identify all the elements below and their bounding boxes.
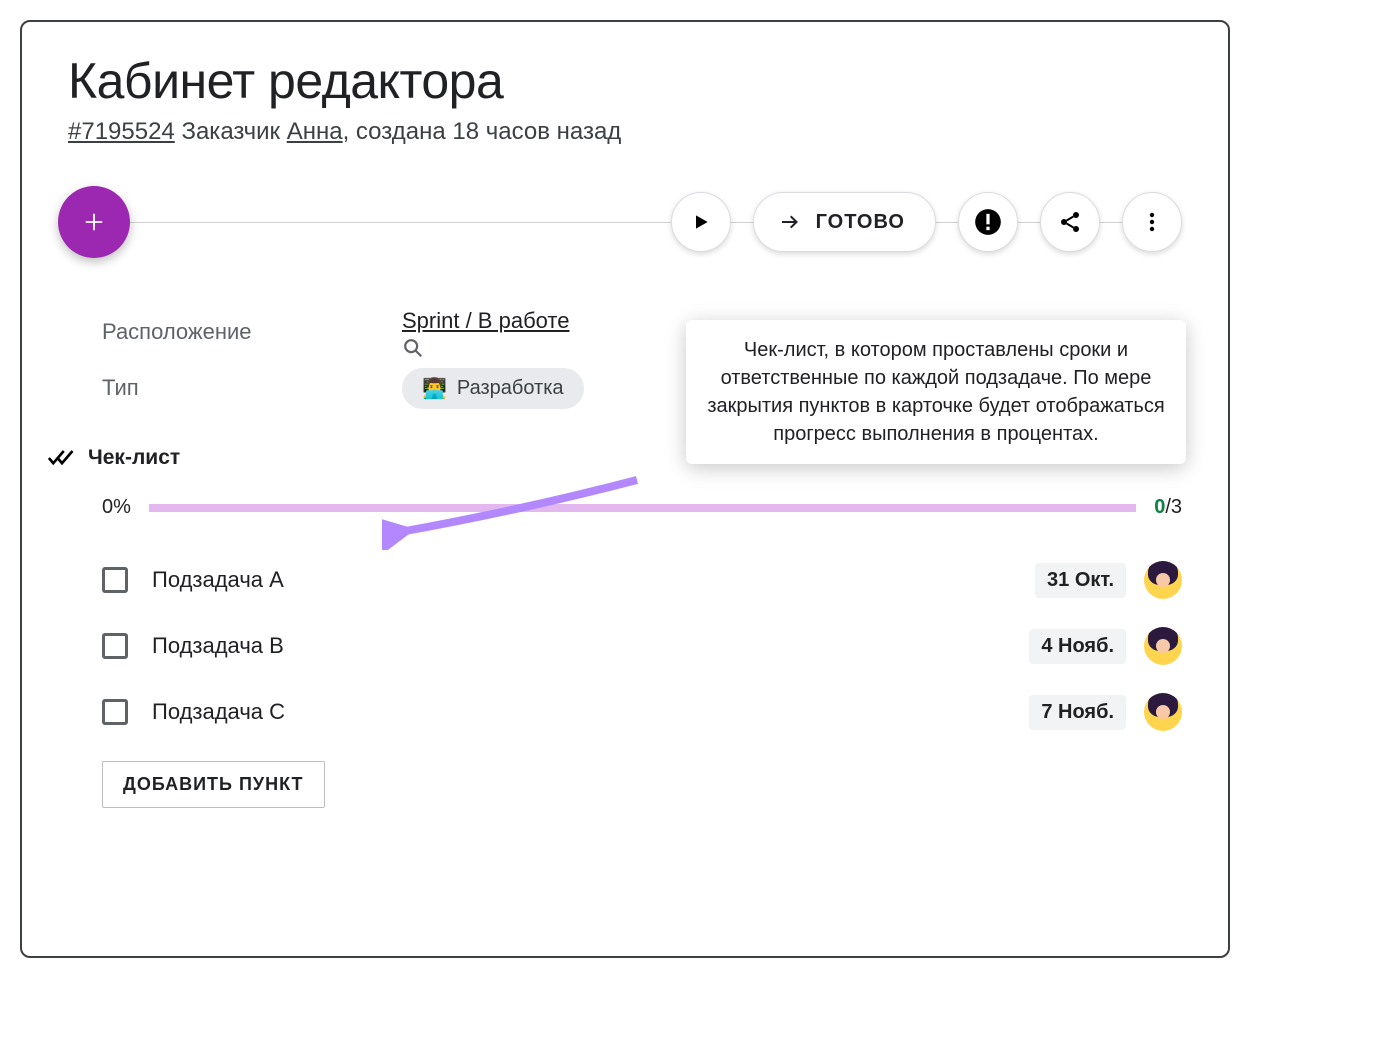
client-link[interactable]: Анна xyxy=(287,118,343,145)
due-date[interactable]: 31 Окт. xyxy=(1035,563,1126,598)
checklist-item-label[interactable]: Подзадача C xyxy=(152,699,1029,725)
more-button[interactable] xyxy=(1122,192,1182,252)
checklist-item: Подзадача B 4 Нояб. xyxy=(68,613,1182,679)
assignee-avatar[interactable] xyxy=(1144,561,1182,599)
play-button[interactable] xyxy=(671,192,731,252)
alert-icon xyxy=(974,208,1002,236)
checkbox[interactable] xyxy=(102,567,128,593)
progress-row: 0% 0/3 xyxy=(68,496,1182,519)
checklist-title: Чек-лист xyxy=(88,446,180,470)
progress-total: /3 xyxy=(1165,496,1182,518)
arrow-right-icon xyxy=(778,210,802,234)
progress-done: 0 xyxy=(1154,496,1165,518)
alert-button[interactable] xyxy=(958,192,1018,252)
more-vert-icon xyxy=(1140,210,1164,234)
add-checklist-item-button[interactable]: ДОБАВИТЬ ПУНКТ xyxy=(102,761,325,808)
checklist-item-label[interactable]: Подзадача A xyxy=(152,567,1035,593)
client-label: Заказчик xyxy=(181,118,280,145)
annotation-callout: Чек-лист, в котором проставлены сроки и … xyxy=(686,320,1186,464)
done-button[interactable]: ГОТОВО xyxy=(753,192,936,252)
type-emoji: 👨‍💻 xyxy=(422,376,447,401)
location-label: Расположение xyxy=(102,319,402,345)
subtitle: #7195524 Заказчик Анна, создана 18 часов… xyxy=(68,118,1182,146)
share-icon xyxy=(1058,210,1082,234)
checkbox[interactable] xyxy=(102,699,128,725)
checklist-item: Подзадача C 7 Нояб. xyxy=(68,679,1182,745)
assignee-avatar[interactable] xyxy=(1144,627,1182,665)
share-button[interactable] xyxy=(1040,192,1100,252)
task-card: Кабинет редактора #7195524 Заказчик Анна… xyxy=(20,20,1230,958)
progress-count: 0/3 xyxy=(1154,496,1182,519)
checklist-item-label[interactable]: Подзадача B xyxy=(152,633,1029,659)
location-value[interactable]: Sprint / В работе xyxy=(402,308,569,333)
double-check-icon xyxy=(48,448,76,468)
search-icon[interactable] xyxy=(402,337,579,359)
created-text: , создана 18 часов назад xyxy=(343,118,622,145)
play-icon xyxy=(691,212,711,232)
plus-icon xyxy=(83,211,105,233)
progress-percent: 0% xyxy=(102,496,131,519)
page-title: Кабинет редактора xyxy=(68,52,1182,110)
add-fab[interactable] xyxy=(58,186,130,258)
checklist-item: Подзадача A 31 Окт. xyxy=(68,547,1182,613)
done-label: ГОТОВО xyxy=(816,211,905,234)
ticket-link[interactable]: #7195524 xyxy=(68,118,175,145)
type-chip[interactable]: 👨‍💻 Разработка xyxy=(402,368,584,409)
toolbar: ГОТОВО xyxy=(68,186,1182,258)
checkbox[interactable] xyxy=(102,633,128,659)
assignee-avatar[interactable] xyxy=(1144,693,1182,731)
type-text: Разработка xyxy=(457,377,564,400)
type-label: Тип xyxy=(102,375,402,401)
progress-bar xyxy=(149,504,1136,512)
due-date[interactable]: 4 Нояб. xyxy=(1029,629,1126,664)
due-date[interactable]: 7 Нояб. xyxy=(1029,695,1126,730)
